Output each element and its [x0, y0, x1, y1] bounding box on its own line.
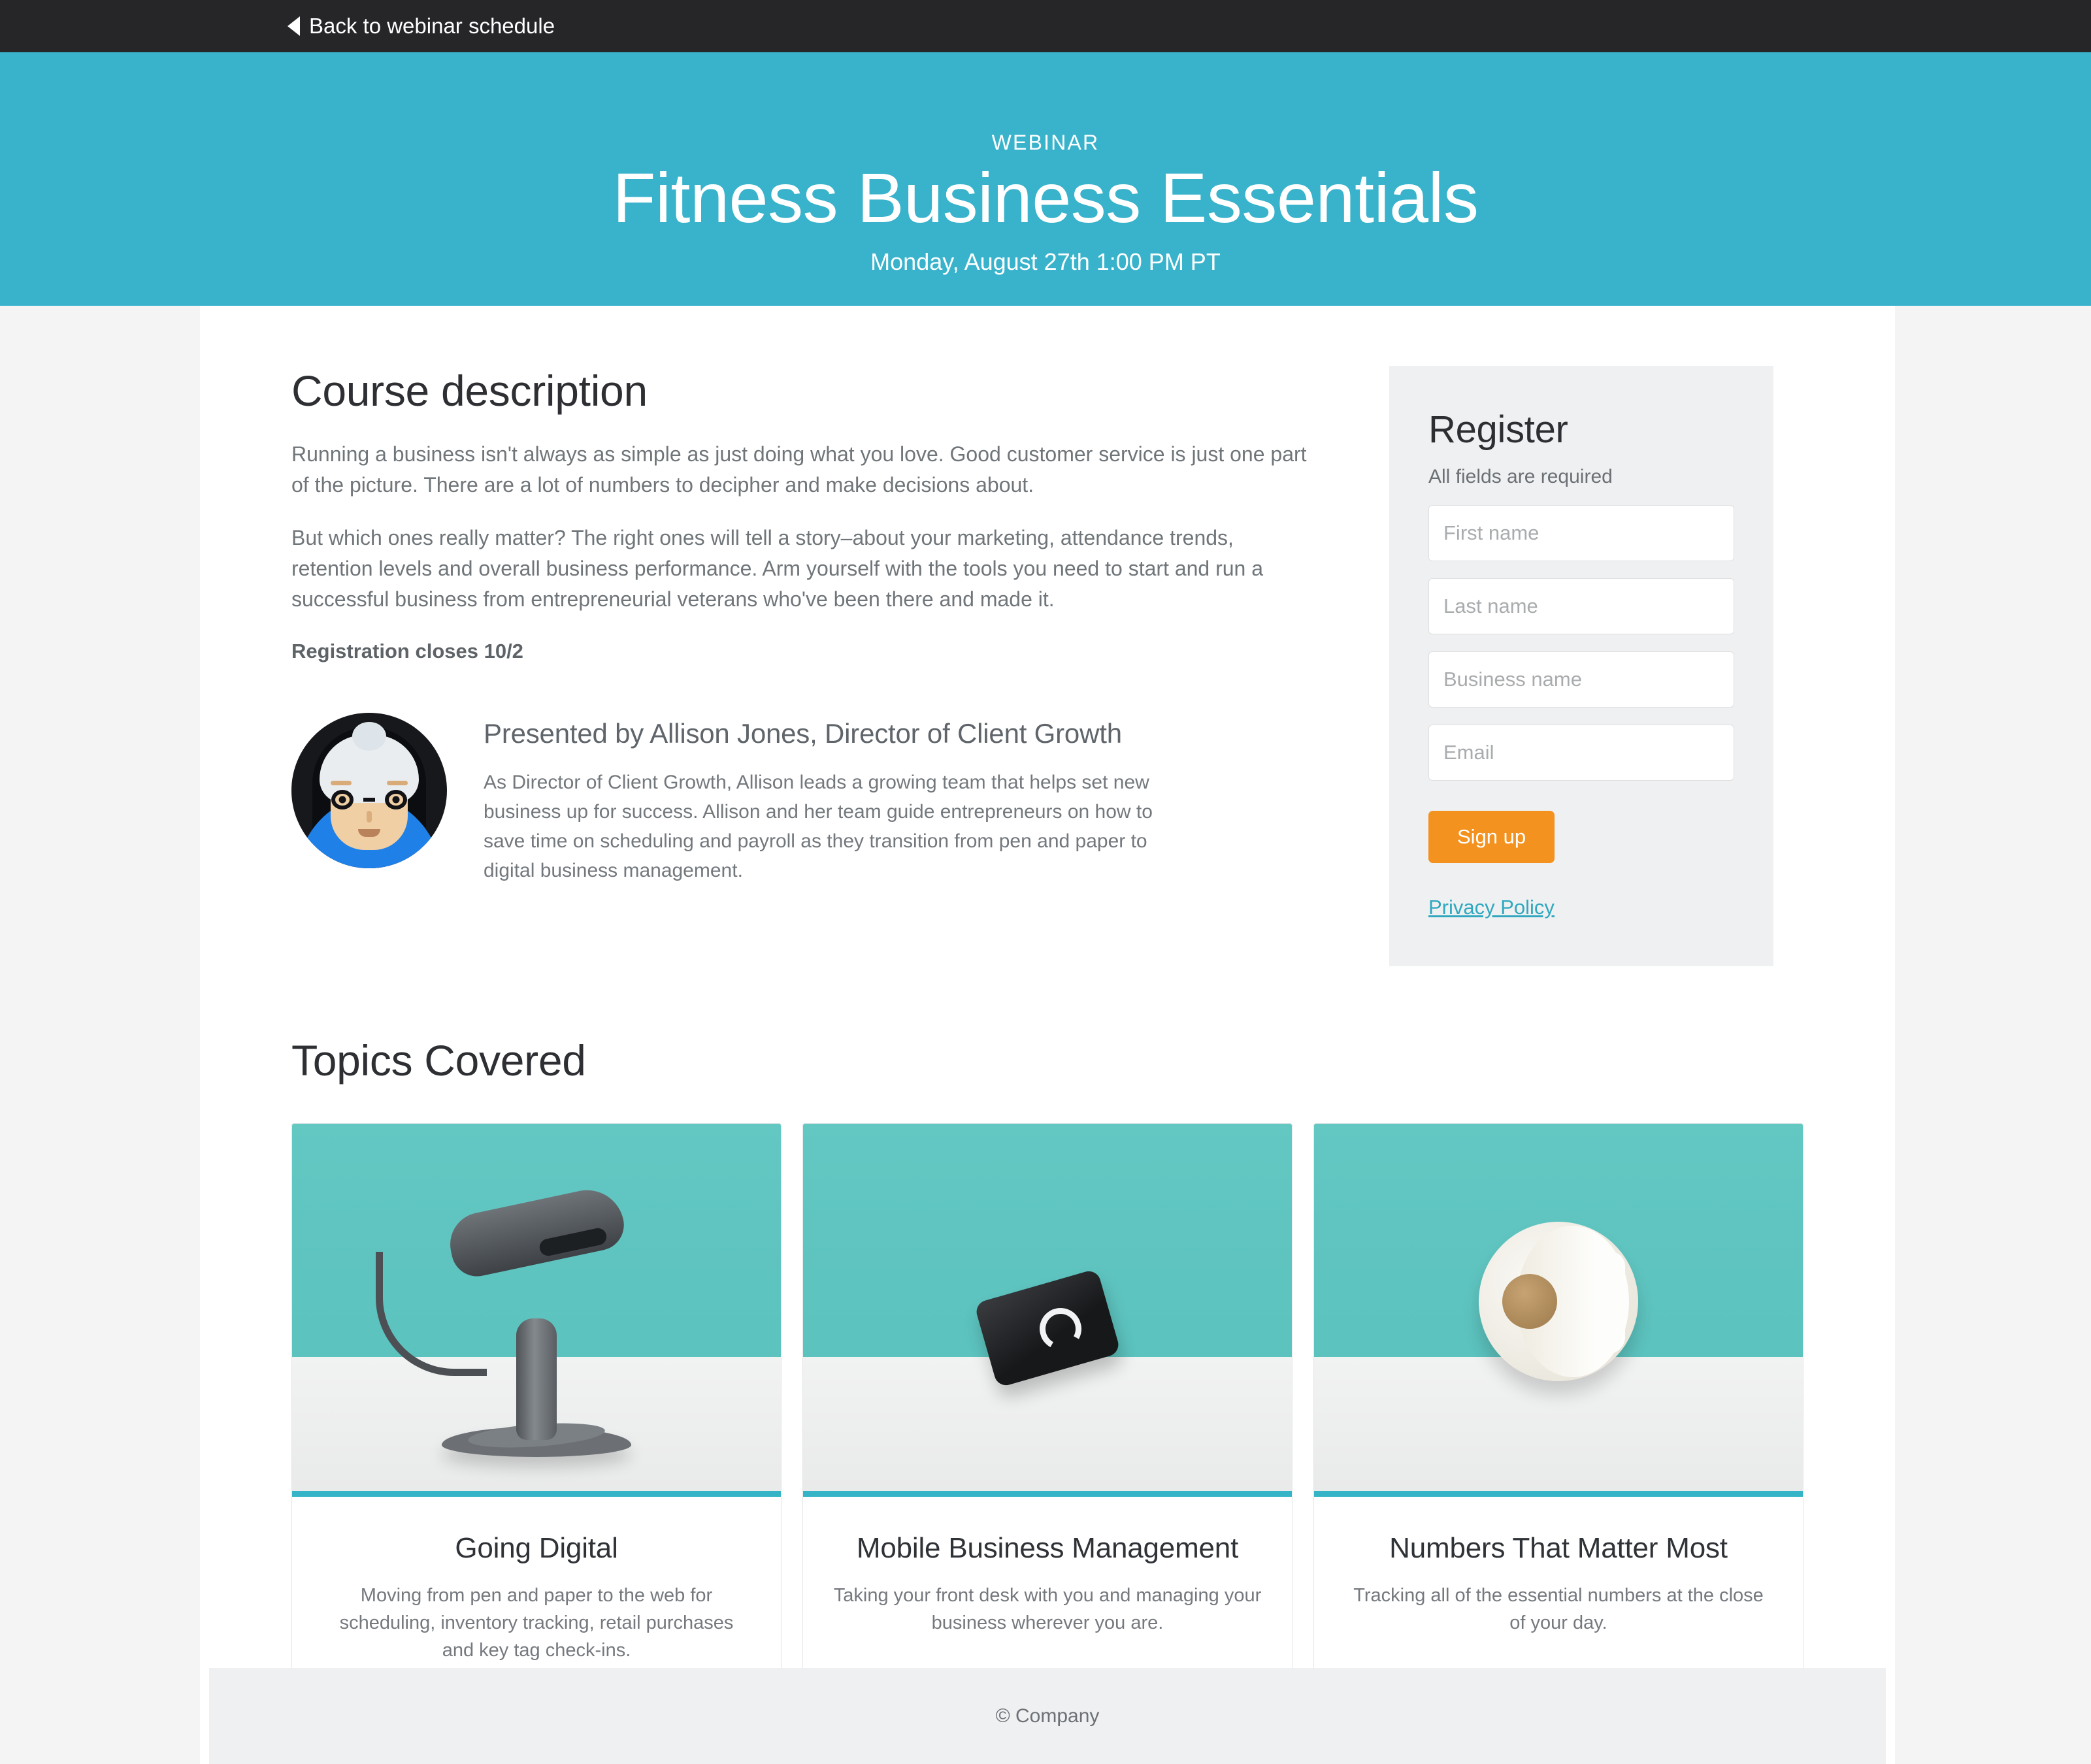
register-subtitle: All fields are required: [1428, 466, 1613, 487]
avatar-lens-right: [385, 790, 407, 810]
back-to-schedule-link[interactable]: Back to webinar schedule: [288, 14, 555, 39]
hero-banner: WEBINAR Fitness Business Essentials Mond…: [0, 52, 2091, 306]
topic-card[interactable]: Numbers That Matter Most Tracking all of…: [1313, 1123, 1803, 1714]
topic-card[interactable]: Mobile Business Management Taking your f…: [802, 1123, 1292, 1714]
topic-card-title: Going Digital: [455, 1532, 618, 1564]
business-name-field[interactable]: [1428, 651, 1734, 708]
presenter-text: Presented by Allison Jones, Director of …: [484, 713, 1157, 885]
registration-deadline: Registration closes 10/2: [291, 640, 523, 663]
course-description-heading: Course description: [291, 367, 648, 415]
card-accent-bar: [1314, 1491, 1803, 1497]
avatar-hair-bun: [352, 722, 386, 751]
register-heading: Register: [1428, 408, 1568, 451]
topic-card-description: Taking your front desk with you and mana…: [833, 1585, 1262, 1634]
page-body: Course description Running a business is…: [0, 306, 2091, 1764]
topic-card-description: Moving from pen and paper to the web for…: [339, 1585, 734, 1661]
hero-eyebrow: WEBINAR: [991, 131, 1100, 154]
avatar-lens-left: [331, 790, 354, 810]
page-title: Fitness Business Essentials: [612, 158, 1479, 237]
topics-section: Topics Covered Going Digital Moving from…: [291, 1036, 1803, 1714]
topic-card-body: Mobile Business Management Taking your f…: [803, 1497, 1292, 1685]
scanner-neck: [516, 1318, 557, 1440]
back-link-label: Back to webinar schedule: [309, 14, 555, 38]
presenter-name: Presented by Allison Jones, Director of …: [484, 718, 1122, 749]
label-roll-core: [1502, 1274, 1557, 1329]
photo-floor: [803, 1357, 1292, 1491]
register-panel: Register All fields are required Sign up…: [1389, 366, 1773, 966]
card-accent-bar: [803, 1491, 1292, 1497]
course-paragraph-2: But which ones really matter? The right …: [291, 526, 1264, 612]
barcode-scanner-photo: [292, 1124, 781, 1491]
card-accent-bar: [292, 1491, 781, 1497]
privacy-policy-link[interactable]: Privacy Policy: [1428, 896, 1555, 919]
first-name-field[interactable]: [1428, 505, 1734, 561]
topic-card-title: Numbers That Matter Most: [1389, 1532, 1728, 1564]
topics-card-list: Going Digital Moving from pen and paper …: [291, 1123, 1803, 1714]
presenter-block: Presented by Allison Jones, Director of …: [291, 713, 1311, 885]
last-name-field[interactable]: [1428, 578, 1734, 634]
topic-card-description: Tracking all of the essential numbers at…: [1353, 1585, 1764, 1634]
content-container: Course description Running a business is…: [200, 306, 1895, 1764]
card-reader-photo: [803, 1124, 1292, 1491]
topic-card-title: Mobile Business Management: [856, 1532, 1239, 1564]
presenter-avatar-illustration: [291, 713, 447, 869]
left-triangle-icon: [288, 16, 300, 36]
page-footer: © Company: [209, 1668, 1886, 1764]
sign-up-button[interactable]: Sign up: [1428, 811, 1555, 863]
topic-card-body: Numbers That Matter Most Tracking all of…: [1314, 1497, 1803, 1685]
course-paragraph-1: Running a business isn't always as simpl…: [291, 442, 1307, 497]
main-grid: Course description Running a business is…: [291, 306, 1803, 966]
avatar-eyebrow-right: [387, 781, 408, 786]
top-navigation-bar: Back to webinar schedule: [0, 0, 2091, 52]
glasses-icon: [331, 790, 407, 810]
course-description-column: Course description Running a business is…: [291, 366, 1311, 885]
webinar-datetime: Monday, August 27th 1:00 PM PT: [870, 248, 1221, 275]
register-column: Register All fields are required Sign up…: [1389, 366, 1781, 966]
avatar-nose: [367, 811, 372, 823]
topic-card[interactable]: Going Digital Moving from pen and paper …: [291, 1123, 782, 1714]
avatar-eyebrow-left: [331, 781, 352, 786]
email-field[interactable]: [1428, 725, 1734, 781]
label-roll-photo: [1314, 1124, 1803, 1491]
copyright-text: © Company: [995, 1705, 1100, 1727]
avatar-glasses-bridge: [363, 798, 375, 802]
topics-heading: Topics Covered: [291, 1036, 586, 1085]
presenter-bio: As Director of Client Growth, Allison le…: [484, 772, 1153, 882]
